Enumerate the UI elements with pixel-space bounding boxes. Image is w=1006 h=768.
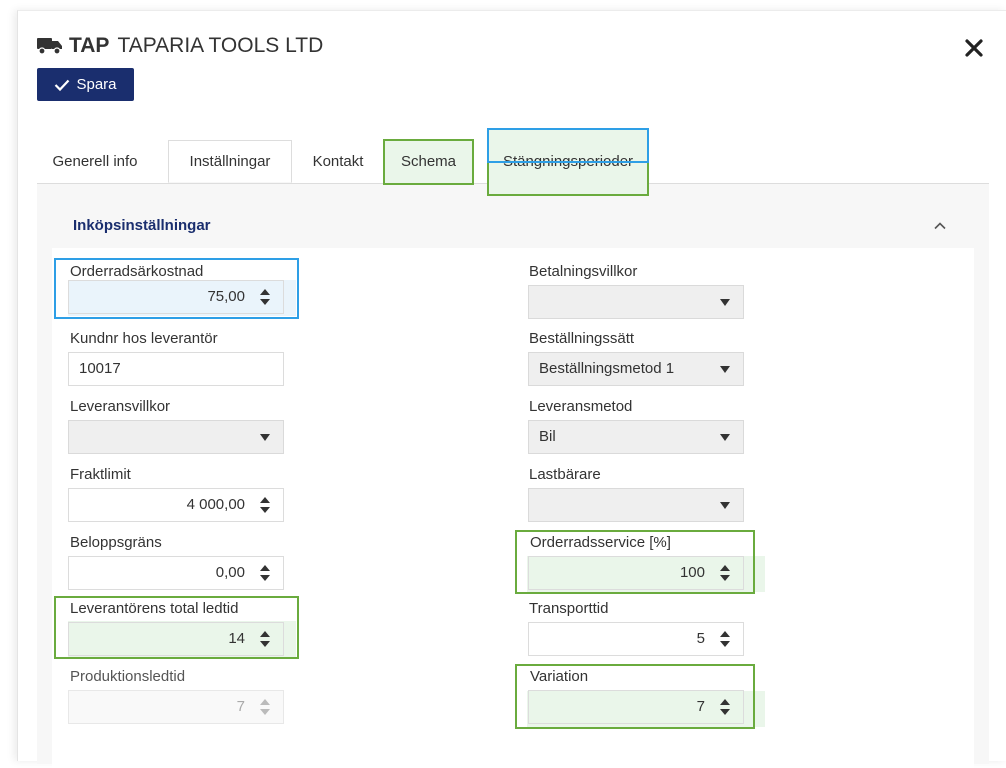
supplier-name: TAPARIA TOOLS LTD — [117, 34, 324, 57]
supplier-code: TAP — [69, 34, 110, 57]
fields-card: Orderradsärkostnad 75,00 Kundnr hos leve… — [52, 248, 974, 768]
section-title: Inköpsinställningar — [73, 217, 211, 234]
tab-kontakt[interactable]: Kontakt — [295, 140, 381, 184]
spinner-icon[interactable] — [259, 287, 271, 307]
orderradsservice-label: Orderradsservice [%] — [530, 534, 671, 551]
tab-installningar[interactable]: Inställningar — [168, 140, 292, 183]
total-ledtid-label: Leverantörens total ledtid — [70, 600, 239, 617]
caret-down-icon — [720, 434, 730, 441]
close-button[interactable] — [961, 35, 987, 61]
caret-down-icon — [720, 299, 730, 306]
save-button[interactable]: Spara — [37, 68, 134, 101]
lastbarare-label: Lastbärare — [529, 466, 601, 483]
tab-generell-info[interactable]: Generell info — [39, 140, 151, 184]
transporttid-input[interactable]: 5 — [528, 622, 744, 656]
bestallningssatt-label: Beställningssätt — [529, 330, 635, 347]
betalningsvillkor-label: Betalningsvillkor — [529, 263, 638, 280]
leveransmetod-select[interactable]: Bil — [528, 420, 744, 454]
kundnr-label: Kundnr hos leverantör — [70, 330, 218, 347]
beloppsgrans-label: Beloppsgräns — [70, 534, 162, 551]
caret-down-icon — [720, 366, 730, 373]
produktionsledtid-label: Produktionsledtid — [70, 668, 186, 685]
settings-panel: Inköpsinställningar Orderradsärkostnad 7… — [37, 183, 989, 768]
variation-input[interactable]: 7 — [528, 690, 744, 724]
spinner-icon — [260, 699, 270, 715]
total-ledtid-input[interactable]: 14 — [68, 622, 284, 656]
orderradsarkostnad-label: Orderradsärkostnad — [70, 263, 204, 280]
bestallningssatt-select[interactable]: Beställningsmetod 1 — [528, 352, 744, 386]
spinner-icon[interactable] — [259, 629, 271, 649]
dialog-title: TAP TAPARIA TOOLS LTD — [37, 34, 323, 58]
lastbarare-select[interactable] — [528, 488, 744, 522]
betalningsvillkor-select[interactable] — [528, 285, 744, 319]
spinner-icon[interactable] — [719, 697, 731, 717]
save-label: Spara — [76, 76, 117, 93]
spinner-icon[interactable] — [259, 563, 271, 583]
chevron-up-icon[interactable] — [932, 218, 948, 234]
tab-schema[interactable]: Schema — [383, 140, 474, 184]
spinner-icon[interactable] — [259, 495, 271, 515]
leveransmetod-label: Leveransmetod — [529, 398, 633, 415]
transporttid-label: Transporttid — [529, 600, 609, 617]
check-icon — [55, 79, 70, 91]
spinner-icon[interactable] — [719, 563, 731, 583]
leveransvillkor-select[interactable] — [68, 420, 284, 454]
fraktlimit-label: Fraktlimit — [70, 466, 131, 483]
truck-icon — [37, 38, 62, 55]
orderradsservice-input[interactable]: 100 — [528, 556, 744, 590]
fraktlimit-input[interactable]: 4 000,00 — [68, 488, 284, 522]
spinner-icon[interactable] — [719, 629, 731, 649]
beloppsgrans-input[interactable]: 0,00 — [68, 556, 284, 590]
close-icon — [965, 39, 983, 57]
supplier-dialog: TAP TAPARIA TOOLS LTD Spara Inköpsinstäl… — [17, 10, 1006, 768]
variation-label: Variation — [530, 668, 589, 685]
kundnr-input[interactable]: 10017 — [68, 352, 284, 386]
orderradsarkostnad-input[interactable]: 75,00 — [68, 280, 284, 314]
tab-bar: Generell info Inställningar Kontakt Sche… — [37, 128, 967, 196]
leveransvillkor-label: Leveransvillkor — [70, 398, 171, 415]
caret-down-icon — [720, 502, 730, 509]
tab-stangningsperioder[interactable]: Stängningsperioder — [487, 140, 649, 184]
produktionsledtid-input: 7 — [68, 690, 284, 724]
caret-down-icon — [260, 434, 270, 441]
